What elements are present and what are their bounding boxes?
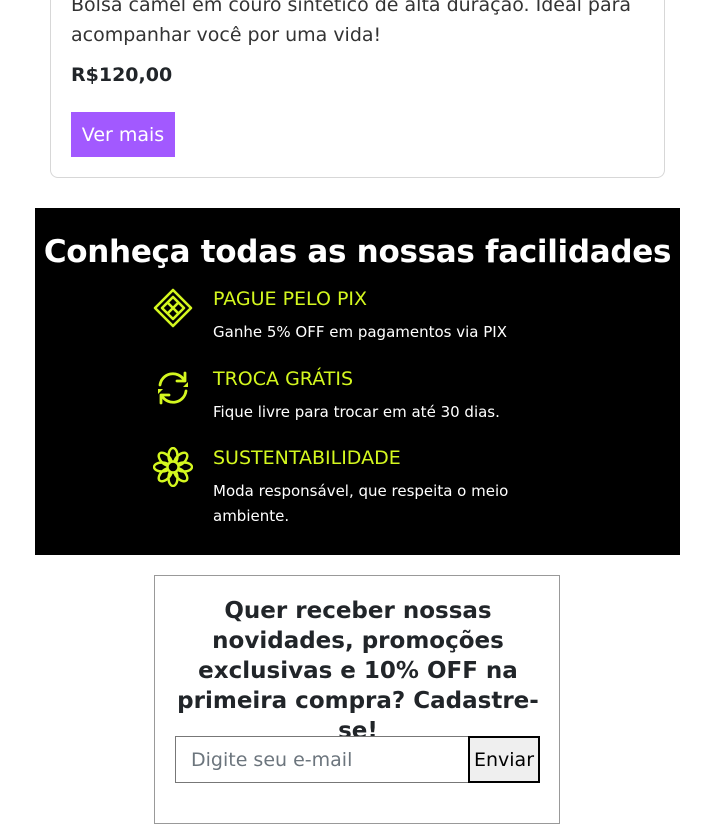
newsletter-box: Quer receber nossas novidades, promoções… xyxy=(154,575,560,824)
feature-description: Fique livre para trocar em até 30 dias. xyxy=(213,403,500,421)
product-card: Bolsa camel em couro sintético de alta d… xyxy=(50,0,665,178)
feature-title: PAGUE PELO PIX xyxy=(213,288,368,310)
pix-icon xyxy=(153,288,193,328)
see-more-button[interactable]: Ver mais xyxy=(71,112,175,157)
feature-title: SUSTENTABILIDADE xyxy=(213,447,401,469)
flower-icon xyxy=(152,446,194,488)
feature-title: TROCA GRÁTIS xyxy=(213,368,354,390)
email-input[interactable] xyxy=(175,736,469,783)
exchange-icon xyxy=(153,368,193,408)
submit-button[interactable]: Enviar xyxy=(468,736,540,783)
product-price: R$120,00 xyxy=(71,64,173,86)
product-description: Bolsa camel em couro sintético de alta d… xyxy=(71,0,632,46)
feature-description: Ganhe 5% OFF em pagamentos via PIX xyxy=(213,323,507,341)
feature-description: Moda responsável, que respeita o meio am… xyxy=(213,482,509,525)
newsletter-title: Quer receber nossas novidades, promoções… xyxy=(177,598,539,744)
features-title: Conheça todas as nossas facilidades xyxy=(43,234,672,270)
features-section: Conheça todas as nossas facilidades PAGU… xyxy=(35,208,680,555)
